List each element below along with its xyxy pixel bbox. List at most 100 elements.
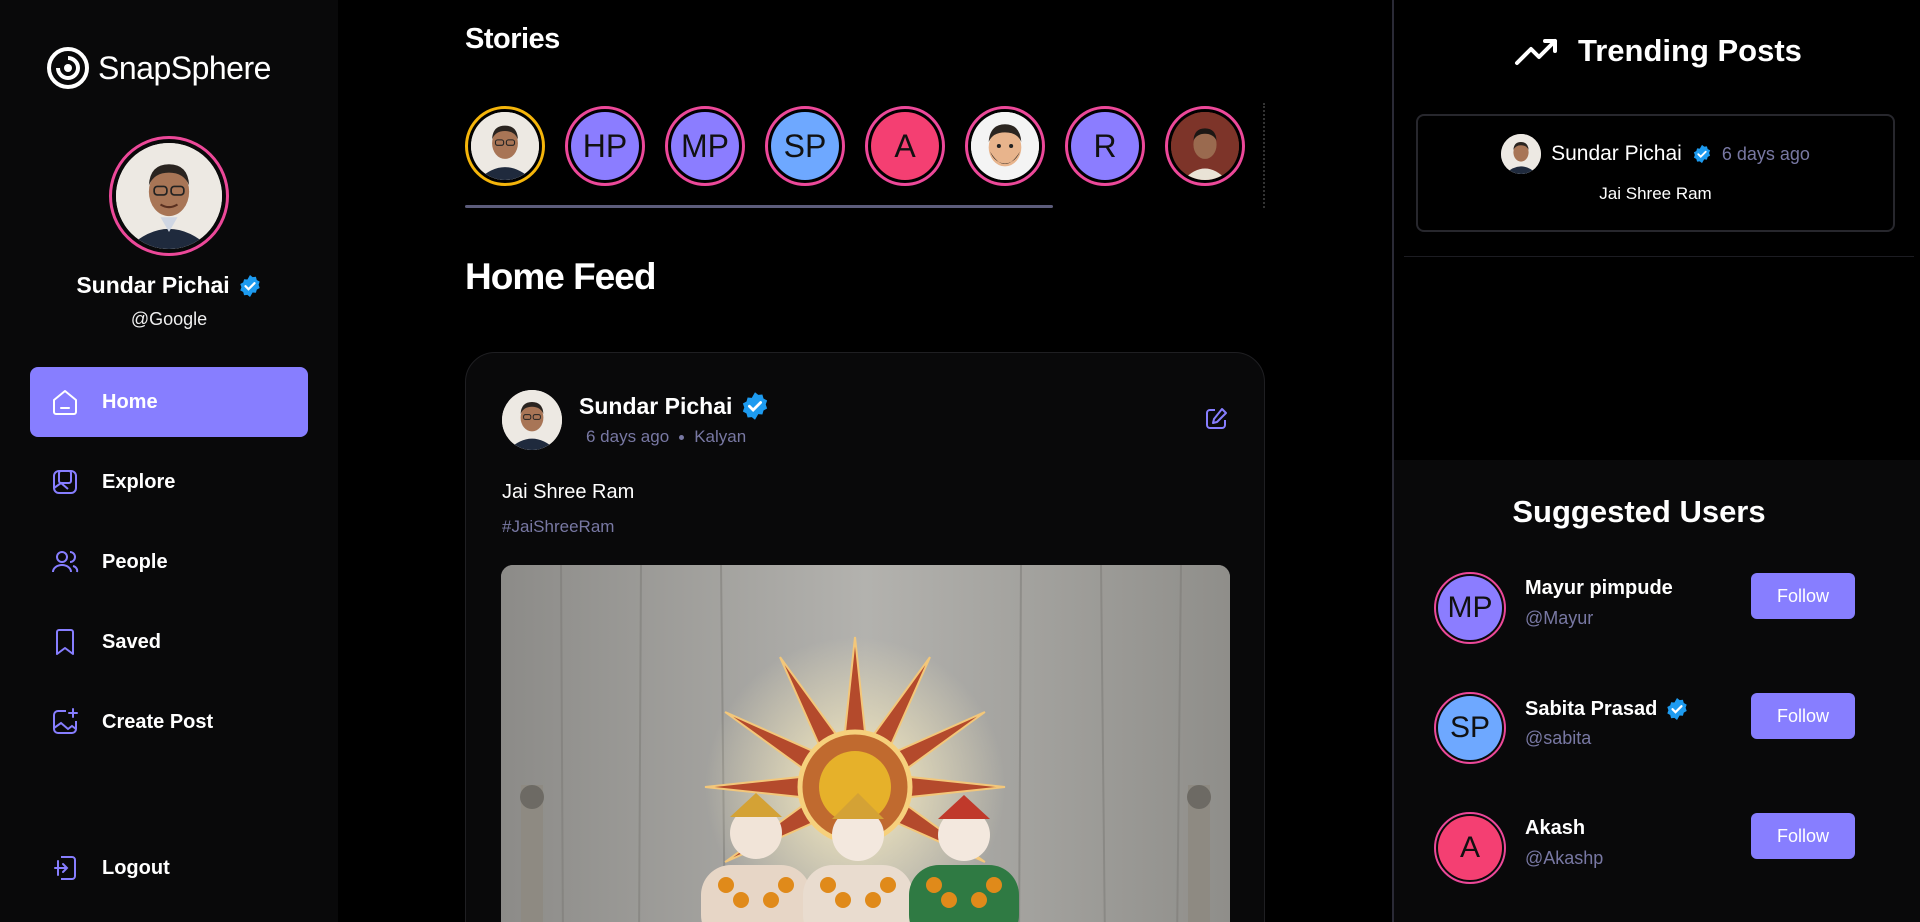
verified-badge-icon <box>1693 144 1710 164</box>
story-item[interactable]: HP <box>565 106 645 186</box>
person-photo-image <box>1171 112 1239 180</box>
verified-badge-icon <box>1667 698 1687 720</box>
suggested-users-panel: Suggested Users MP Mayur pimpude @Mayur … <box>1394 460 1920 922</box>
nav-label-saved: Saved <box>102 630 161 653</box>
person-avatar-image <box>502 390 562 450</box>
edit-icon[interactable] <box>1203 406 1229 432</box>
stories-edge-divider <box>1263 103 1265 208</box>
right-panel: Trending Posts Sundar Pichai 6 days ago … <box>1394 0 1920 922</box>
follow-button[interactable]: Follow <box>1751 813 1855 859</box>
app-root: SnapSphere Sundar Pichai @Google Home Ex… <box>0 0 1920 922</box>
main-content: Stories HP MP SP A R Home Feed Sundar Pi… <box>338 0 1392 922</box>
nav-label-people: People <box>102 550 168 573</box>
memoji-avatar-image <box>971 112 1039 180</box>
nav-item-people[interactable]: People <box>30 527 308 597</box>
suggested-user-handle: @Mayur <box>1525 608 1594 628</box>
person-avatar-image <box>1501 134 1542 174</box>
shrine-photo-image <box>501 565 1230 922</box>
avatar-initials: MP <box>1438 576 1502 640</box>
suggested-user-item: A Akash @Akashp Follow <box>1434 812 1884 884</box>
gallery-icon <box>53 470 77 494</box>
trending-post-card[interactable]: Sundar Pichai 6 days ago Jai Shree Ram <box>1416 114 1895 232</box>
stories-scrollbar[interactable] <box>465 205 1053 208</box>
trending-post-time: 6 days ago <box>1721 143 1810 164</box>
verified-badge-icon <box>743 392 768 420</box>
bookmark-icon <box>56 629 74 655</box>
home-feed-title: Home Feed <box>465 256 656 297</box>
story-initials: HP <box>571 112 639 180</box>
story-initials: SP <box>771 112 839 180</box>
trending-author-avatar[interactable] <box>1501 134 1542 174</box>
profile-name-row: Sundar Pichai <box>0 272 338 299</box>
nav-item-create-post[interactable]: Create Post <box>30 687 308 757</box>
story-initials: MP <box>671 112 739 180</box>
post-author-row: Sundar Pichai <box>579 391 770 421</box>
follow-button[interactable]: Follow <box>1751 573 1855 619</box>
suggested-user-avatar[interactable]: MP <box>1434 572 1506 644</box>
post-time: 6 days ago <box>586 427 670 446</box>
home-icon <box>53 390 77 415</box>
follow-button[interactable]: Follow <box>1751 693 1855 739</box>
trending-post-header: Sundar Pichai 6 days ago <box>1418 134 1893 174</box>
suggested-user-name-row: Sabita Prasad <box>1525 697 1689 721</box>
story-item[interactable]: SP <box>765 106 845 186</box>
post-meta: 6 days ago Kalyan <box>586 427 746 447</box>
suggested-user-name-row: Mayur pimpude <box>1525 577 1673 600</box>
suggested-user-handle: @Akashp <box>1525 848 1604 868</box>
app-name: SnapSphere <box>98 49 271 86</box>
nav-item-saved[interactable]: Saved <box>30 607 308 677</box>
suggested-user-item: MP Mayur pimpude @Mayur Follow <box>1434 572 1884 644</box>
suggested-user-name[interactable]: Akash <box>1525 817 1585 840</box>
logo-icon <box>47 47 89 89</box>
logout-icon <box>54 856 76 880</box>
app-logo[interactable]: SnapSphere <box>46 46 271 90</box>
story-item[interactable]: A <box>865 106 945 186</box>
story-item[interactable] <box>1165 106 1245 186</box>
profile-avatar[interactable] <box>109 136 229 256</box>
person-avatar-image <box>471 112 539 180</box>
post-card: Sundar Pichai 6 days ago Kalyan Jai Shre… <box>465 352 1265 922</box>
story-item[interactable] <box>965 106 1045 186</box>
stories-title: Stories <box>465 23 560 55</box>
suggested-user-name[interactable]: Mayur pimpude <box>1525 577 1673 600</box>
suggested-user-handle: @sabita <box>1525 728 1592 748</box>
profile-name: Sundar Pichai <box>76 272 230 298</box>
suggested-user-item: SP Sabita Prasad @sabita Follow <box>1434 692 1884 764</box>
story-initials: R <box>1071 112 1139 180</box>
story-item[interactable]: R <box>1065 106 1145 186</box>
nav-item-home[interactable]: Home <box>30 367 308 437</box>
trending-divider <box>1404 256 1914 258</box>
stories-list[interactable]: HP MP SP A R <box>465 106 1265 188</box>
nav-label-explore: Explore <box>102 470 176 493</box>
post-hashtag[interactable]: #JaiShreeRam <box>502 517 614 537</box>
avatar-initials: A <box>1438 816 1502 880</box>
logout-button[interactable]: Logout <box>30 833 308 903</box>
trending-header: Trending Posts <box>1514 33 1802 69</box>
story-own[interactable] <box>465 106 545 186</box>
trending-up-icon <box>1515 39 1557 65</box>
suggested-user-name-row: Akash <box>1525 817 1585 840</box>
suggested-user-name[interactable]: Sabita Prasad <box>1525 698 1657 721</box>
verified-badge-icon <box>239 274 260 297</box>
main-nav: Home Explore People Saved Create Post <box>30 367 308 767</box>
nav-label-create-post: Create Post <box>102 710 214 733</box>
logout-area: Logout <box>30 833 308 913</box>
avatar-initials: SP <box>1438 696 1502 760</box>
nav-item-explore[interactable]: Explore <box>30 447 308 517</box>
suggested-user-avatar[interactable]: A <box>1434 812 1506 884</box>
trending-title: Trending Posts <box>1578 33 1802 68</box>
post-location: Kalyan <box>694 427 747 446</box>
person-avatar-image <box>116 143 222 249</box>
people-icon <box>52 551 79 573</box>
profile-handle: @Google <box>130 309 208 329</box>
logout-label: Logout <box>102 856 170 879</box>
post-image[interactable] <box>501 565 1230 922</box>
nav-label-home: Home <box>102 390 158 413</box>
trending-author-name[interactable]: Sundar Pichai <box>1551 142 1682 166</box>
story-item[interactable]: MP <box>665 106 745 186</box>
post-author-avatar[interactable] <box>502 390 562 450</box>
post-caption: Jai Shree Ram <box>502 481 635 503</box>
post-author-name[interactable]: Sundar Pichai <box>579 393 732 420</box>
suggested-user-avatar[interactable]: SP <box>1434 692 1506 764</box>
suggested-users-title: Suggested Users <box>1512 494 1766 529</box>
